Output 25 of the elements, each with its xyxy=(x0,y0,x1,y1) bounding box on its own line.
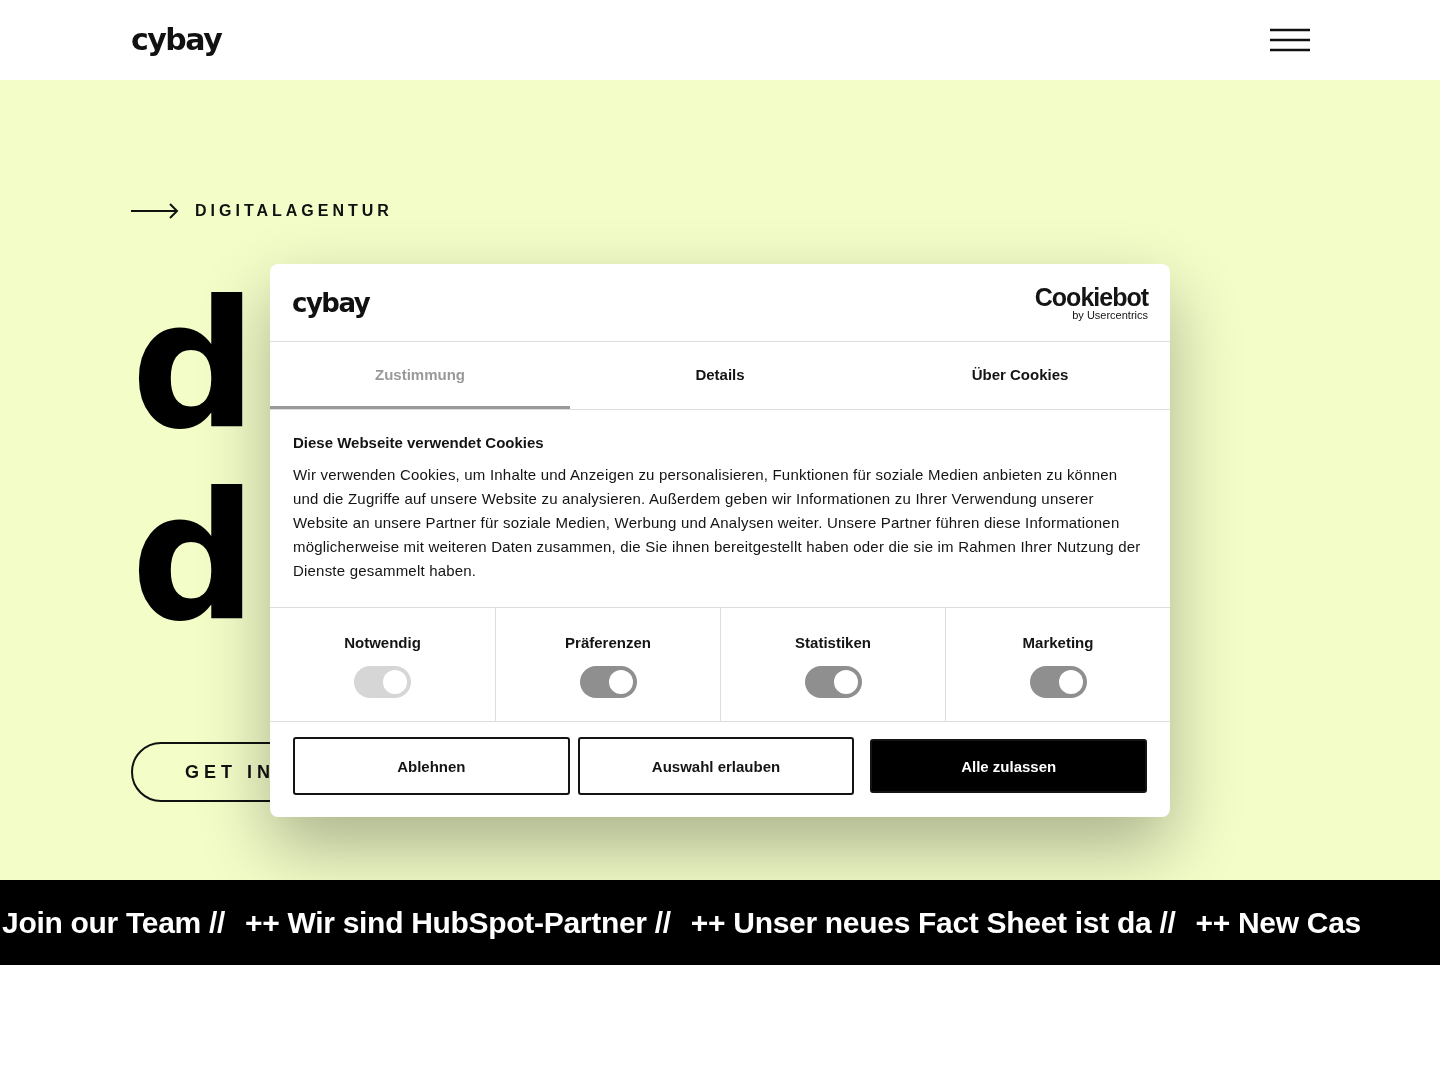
consent-button[interactable]: Ablehnen xyxy=(293,737,570,795)
toggle-switch[interactable] xyxy=(1029,666,1087,698)
accept-all-button[interactable]: Alle zulassen xyxy=(870,739,1147,793)
ticker-text: ++ Unser neues Fact Sheet ist da // xyxy=(690,905,1176,940)
eyebrow-text: DIGITALAGENTUR xyxy=(195,202,393,220)
menu-icon[interactable] xyxy=(1270,28,1310,52)
headline-text: d xyxy=(131,462,251,654)
category-label: Statistiken xyxy=(795,634,871,651)
ticker-text: ++ Wir sind HubSpot-Partner // xyxy=(245,905,671,940)
headline-text: d xyxy=(131,270,251,462)
dialog-body-text: Wir verwenden Cookies, um Inhalte und Anzeigen zu personalisieren, Funktionen für soziale Medien anbieten zu können und die Zugriffe auf unsere Website zu analysieren. Außerdem geben wir Informationen zu Ihrer Verwendung unserer Website an unsere Partner für soziale Medien, Werbung und Analysen weiter. Unsere Partner führen diese Informationen möglicherweise mit weiteren Daten zusammen, die Sie ihnen bereitgestellt haben oder die sie im Rahmen Ihrer Nutzung der Dienste gesammelt haben. xyxy=(293,465,1142,581)
toggle-switch[interactable] xyxy=(804,666,862,698)
arrow-icon xyxy=(131,203,179,219)
ticker-text: ++ New Cas xyxy=(1195,905,1361,940)
logo: cybay xyxy=(292,289,370,316)
dialog-heading: Diese Webseite verwendet Cookies xyxy=(293,434,545,451)
category-label: Marketing xyxy=(1022,634,1094,651)
consent-button[interactable]: Auswahl erlauben xyxy=(577,737,855,795)
provider-logo[interactable]: Cookiebot xyxy=(1034,284,1148,310)
category-label: Notwendig xyxy=(344,634,421,651)
ticker-text: Join our Team // xyxy=(2,905,225,940)
toggle-switch[interactable] xyxy=(579,666,637,698)
logo[interactable]: cybay xyxy=(131,25,222,55)
category-label: Präferenzen xyxy=(565,634,651,651)
provider-tagline: by Usercentrics xyxy=(1072,309,1148,321)
